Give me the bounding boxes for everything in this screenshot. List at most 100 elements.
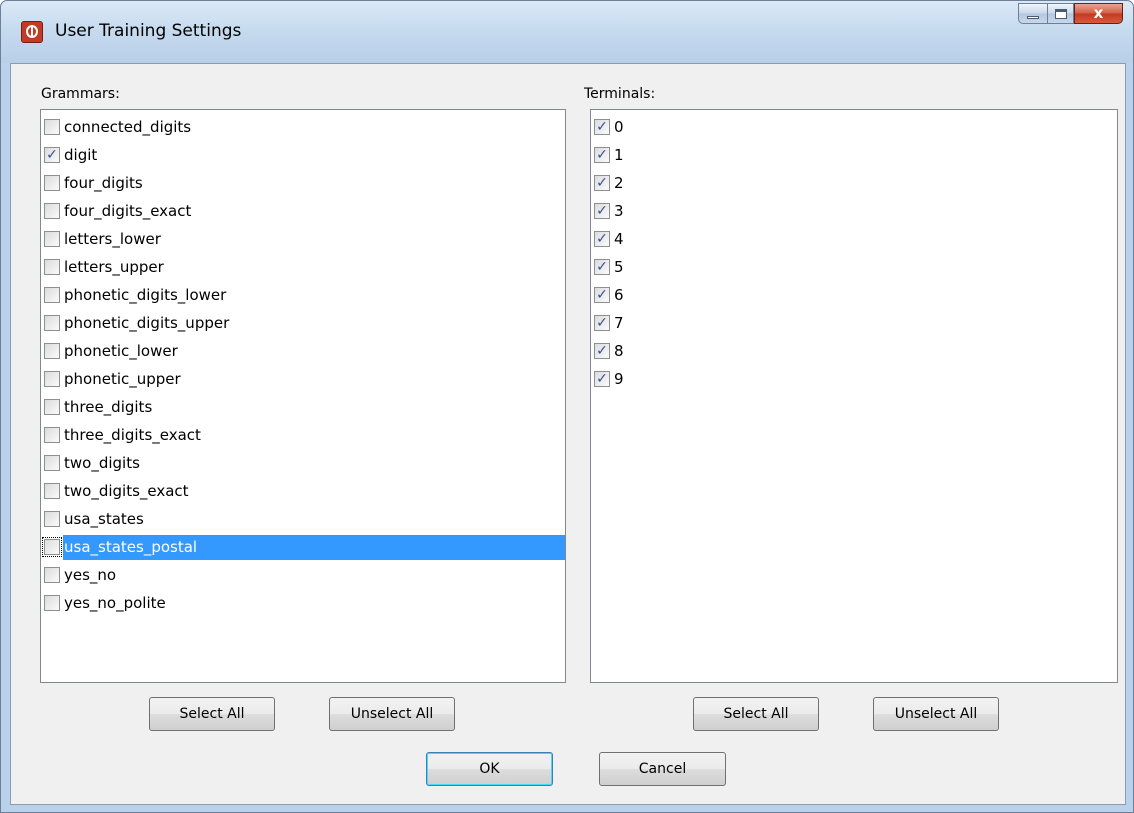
- grammars-list-item[interactable]: phonetic_digits_upper: [41, 309, 565, 337]
- terminals-list-item[interactable]: ✓ 0: [591, 113, 1117, 141]
- terminals-item-label: 8: [614, 341, 624, 360]
- grammars-item-label: connected_digits: [64, 117, 192, 136]
- checkbox[interactable]: [44, 595, 60, 611]
- grammars-item-label: yes_no_polite: [64, 593, 166, 612]
- checkmark-icon: ✓: [596, 119, 608, 135]
- terminals-item-label: 9: [614, 369, 624, 388]
- grammars-item-label: phonetic_upper: [64, 369, 181, 388]
- grammars-item-label: two_digits_exact: [64, 481, 189, 500]
- terminals-list-item[interactable]: ✓ 2: [591, 169, 1117, 197]
- checkbox[interactable]: [44, 511, 60, 527]
- checkbox[interactable]: [44, 231, 60, 247]
- checkbox[interactable]: [44, 483, 60, 499]
- checkmark-icon: ✓: [596, 259, 608, 275]
- close-button[interactable]: x: [1074, 3, 1123, 24]
- terminals-list-item[interactable]: ✓ 3: [591, 197, 1117, 225]
- grammars-item-label: four_digits_exact: [64, 201, 192, 220]
- checkbox[interactable]: [44, 315, 60, 331]
- title-bar[interactable]: User Training Settings x: [1, 1, 1133, 63]
- checkbox[interactable]: [44, 399, 60, 415]
- grammars-select-all-button[interactable]: Select All: [149, 697, 275, 731]
- grammars-list-item[interactable]: phonetic_digits_lower: [41, 281, 565, 309]
- grammars-list-item[interactable]: connected_digits: [41, 113, 565, 141]
- checkbox-checked[interactable]: ✓: [594, 119, 610, 135]
- checkmark-icon: ✓: [46, 147, 58, 163]
- checkbox[interactable]: [44, 371, 60, 387]
- grammars-item-label: two_digits: [64, 453, 140, 472]
- checkbox[interactable]: [44, 287, 60, 303]
- maximize-icon: [1055, 9, 1067, 19]
- checkmark-icon: ✓: [596, 371, 608, 387]
- checkmark-icon: ✓: [596, 203, 608, 219]
- grammars-list-item[interactable]: phonetic_upper: [41, 365, 565, 393]
- terminals-list-item[interactable]: ✓ 4: [591, 225, 1117, 253]
- checkbox[interactable]: [44, 259, 60, 275]
- checkbox[interactable]: [44, 427, 60, 443]
- grammars-list-item[interactable]: three_digits: [41, 393, 565, 421]
- checkbox-checked[interactable]: ✓: [594, 343, 610, 359]
- terminals-list-item[interactable]: ✓ 5: [591, 253, 1117, 281]
- grammars-unselect-all-button[interactable]: Unselect All: [329, 697, 455, 731]
- checkbox-checked[interactable]: ✓: [44, 147, 60, 163]
- grammars-list-item[interactable]: three_digits_exact: [41, 421, 565, 449]
- checkbox[interactable]: [44, 455, 60, 471]
- maximize-button[interactable]: [1047, 3, 1074, 24]
- grammars-label: Grammars:: [41, 86, 120, 102]
- checkbox[interactable]: [44, 119, 60, 135]
- checkmark-icon: ✓: [596, 315, 608, 331]
- checkbox-checked[interactable]: ✓: [594, 371, 610, 387]
- checkbox-checked[interactable]: ✓: [594, 175, 610, 191]
- checkbox-checked[interactable]: ✓: [594, 315, 610, 331]
- grammars-list-item[interactable]: two_digits: [41, 449, 565, 477]
- cancel-button[interactable]: Cancel: [599, 752, 726, 786]
- window-title: User Training Settings: [55, 21, 242, 41]
- grammars-item-label: four_digits: [64, 173, 143, 192]
- minimize-icon: [1027, 16, 1039, 19]
- checkbox-checked[interactable]: ✓: [594, 231, 610, 247]
- ok-button[interactable]: OK: [426, 752, 553, 786]
- grammars-item-label: usa_states: [64, 509, 144, 528]
- checkbox[interactable]: [44, 203, 60, 219]
- grammars-list-item[interactable]: four_digits: [41, 169, 565, 197]
- grammars-item-label: three_digits: [64, 397, 153, 416]
- grammars-list-item[interactable]: yes_no_polite: [41, 589, 565, 617]
- minimize-button[interactable]: [1018, 3, 1047, 24]
- grammars-list-item[interactable]: yes_no: [41, 561, 565, 589]
- terminals-label: Terminals:: [584, 86, 656, 102]
- grammars-list-item[interactable]: four_digits_exact: [41, 197, 565, 225]
- checkbox-checked[interactable]: ✓: [594, 147, 610, 163]
- terminals-list-item[interactable]: ✓ 8: [591, 337, 1117, 365]
- app-icon[interactable]: [21, 21, 43, 43]
- terminals-list-item[interactable]: ✓ 1: [591, 141, 1117, 169]
- checkbox[interactable]: [44, 343, 60, 359]
- terminals-listbox[interactable]: ✓ 0 ✓ 1 ✓ 2 ✓ 3 ✓ 4 ✓ 5 ✓ 6 ✓ 7 ✓ 8 ✓ 9: [590, 109, 1118, 683]
- terminals-list-item[interactable]: ✓ 7: [591, 309, 1117, 337]
- grammars-list-item[interactable]: two_digits_exact: [41, 477, 565, 505]
- terminals-item-label: 2: [614, 173, 624, 192]
- grammars-listbox[interactable]: connected_digits ✓ digit four_digits four_di…: [40, 109, 566, 683]
- grammars-list-item[interactable]: phonetic_lower: [41, 337, 565, 365]
- grammars-list-item[interactable]: usa_states_postal: [41, 533, 565, 561]
- grammars-item-label: phonetic_digits_upper: [64, 313, 230, 332]
- terminals-select-all-button[interactable]: Select All: [693, 697, 819, 731]
- checkbox-checked[interactable]: ✓: [594, 259, 610, 275]
- checkbox-checked[interactable]: ✓: [594, 203, 610, 219]
- checkmark-icon: ✓: [596, 175, 608, 191]
- grammars-list-item[interactable]: letters_upper: [41, 253, 565, 281]
- checkmark-icon: ✓: [596, 147, 608, 163]
- terminals-item-label: 6: [614, 285, 624, 304]
- terminals-list-item[interactable]: ✓ 9: [591, 365, 1117, 393]
- grammars-list-item[interactable]: ✓ digit: [41, 141, 565, 169]
- dialog-client-area: Grammars: connected_digits ✓ digit four_dig…: [10, 63, 1126, 805]
- terminals-list-item[interactable]: ✓ 6: [591, 281, 1117, 309]
- terminals-unselect-all-button[interactable]: Unselect All: [873, 697, 999, 731]
- checkbox-checked[interactable]: ✓: [594, 287, 610, 303]
- grammars-item-label: digit: [64, 145, 98, 164]
- terminals-item-label: 4: [614, 229, 624, 248]
- checkbox[interactable]: [44, 175, 60, 191]
- grammars-list-item[interactable]: usa_states: [41, 505, 565, 533]
- checkbox[interactable]: [44, 567, 60, 583]
- grammars-list-item[interactable]: letters_lower: [41, 225, 565, 253]
- checkbox[interactable]: [42, 537, 62, 557]
- checkmark-icon: ✓: [596, 287, 608, 303]
